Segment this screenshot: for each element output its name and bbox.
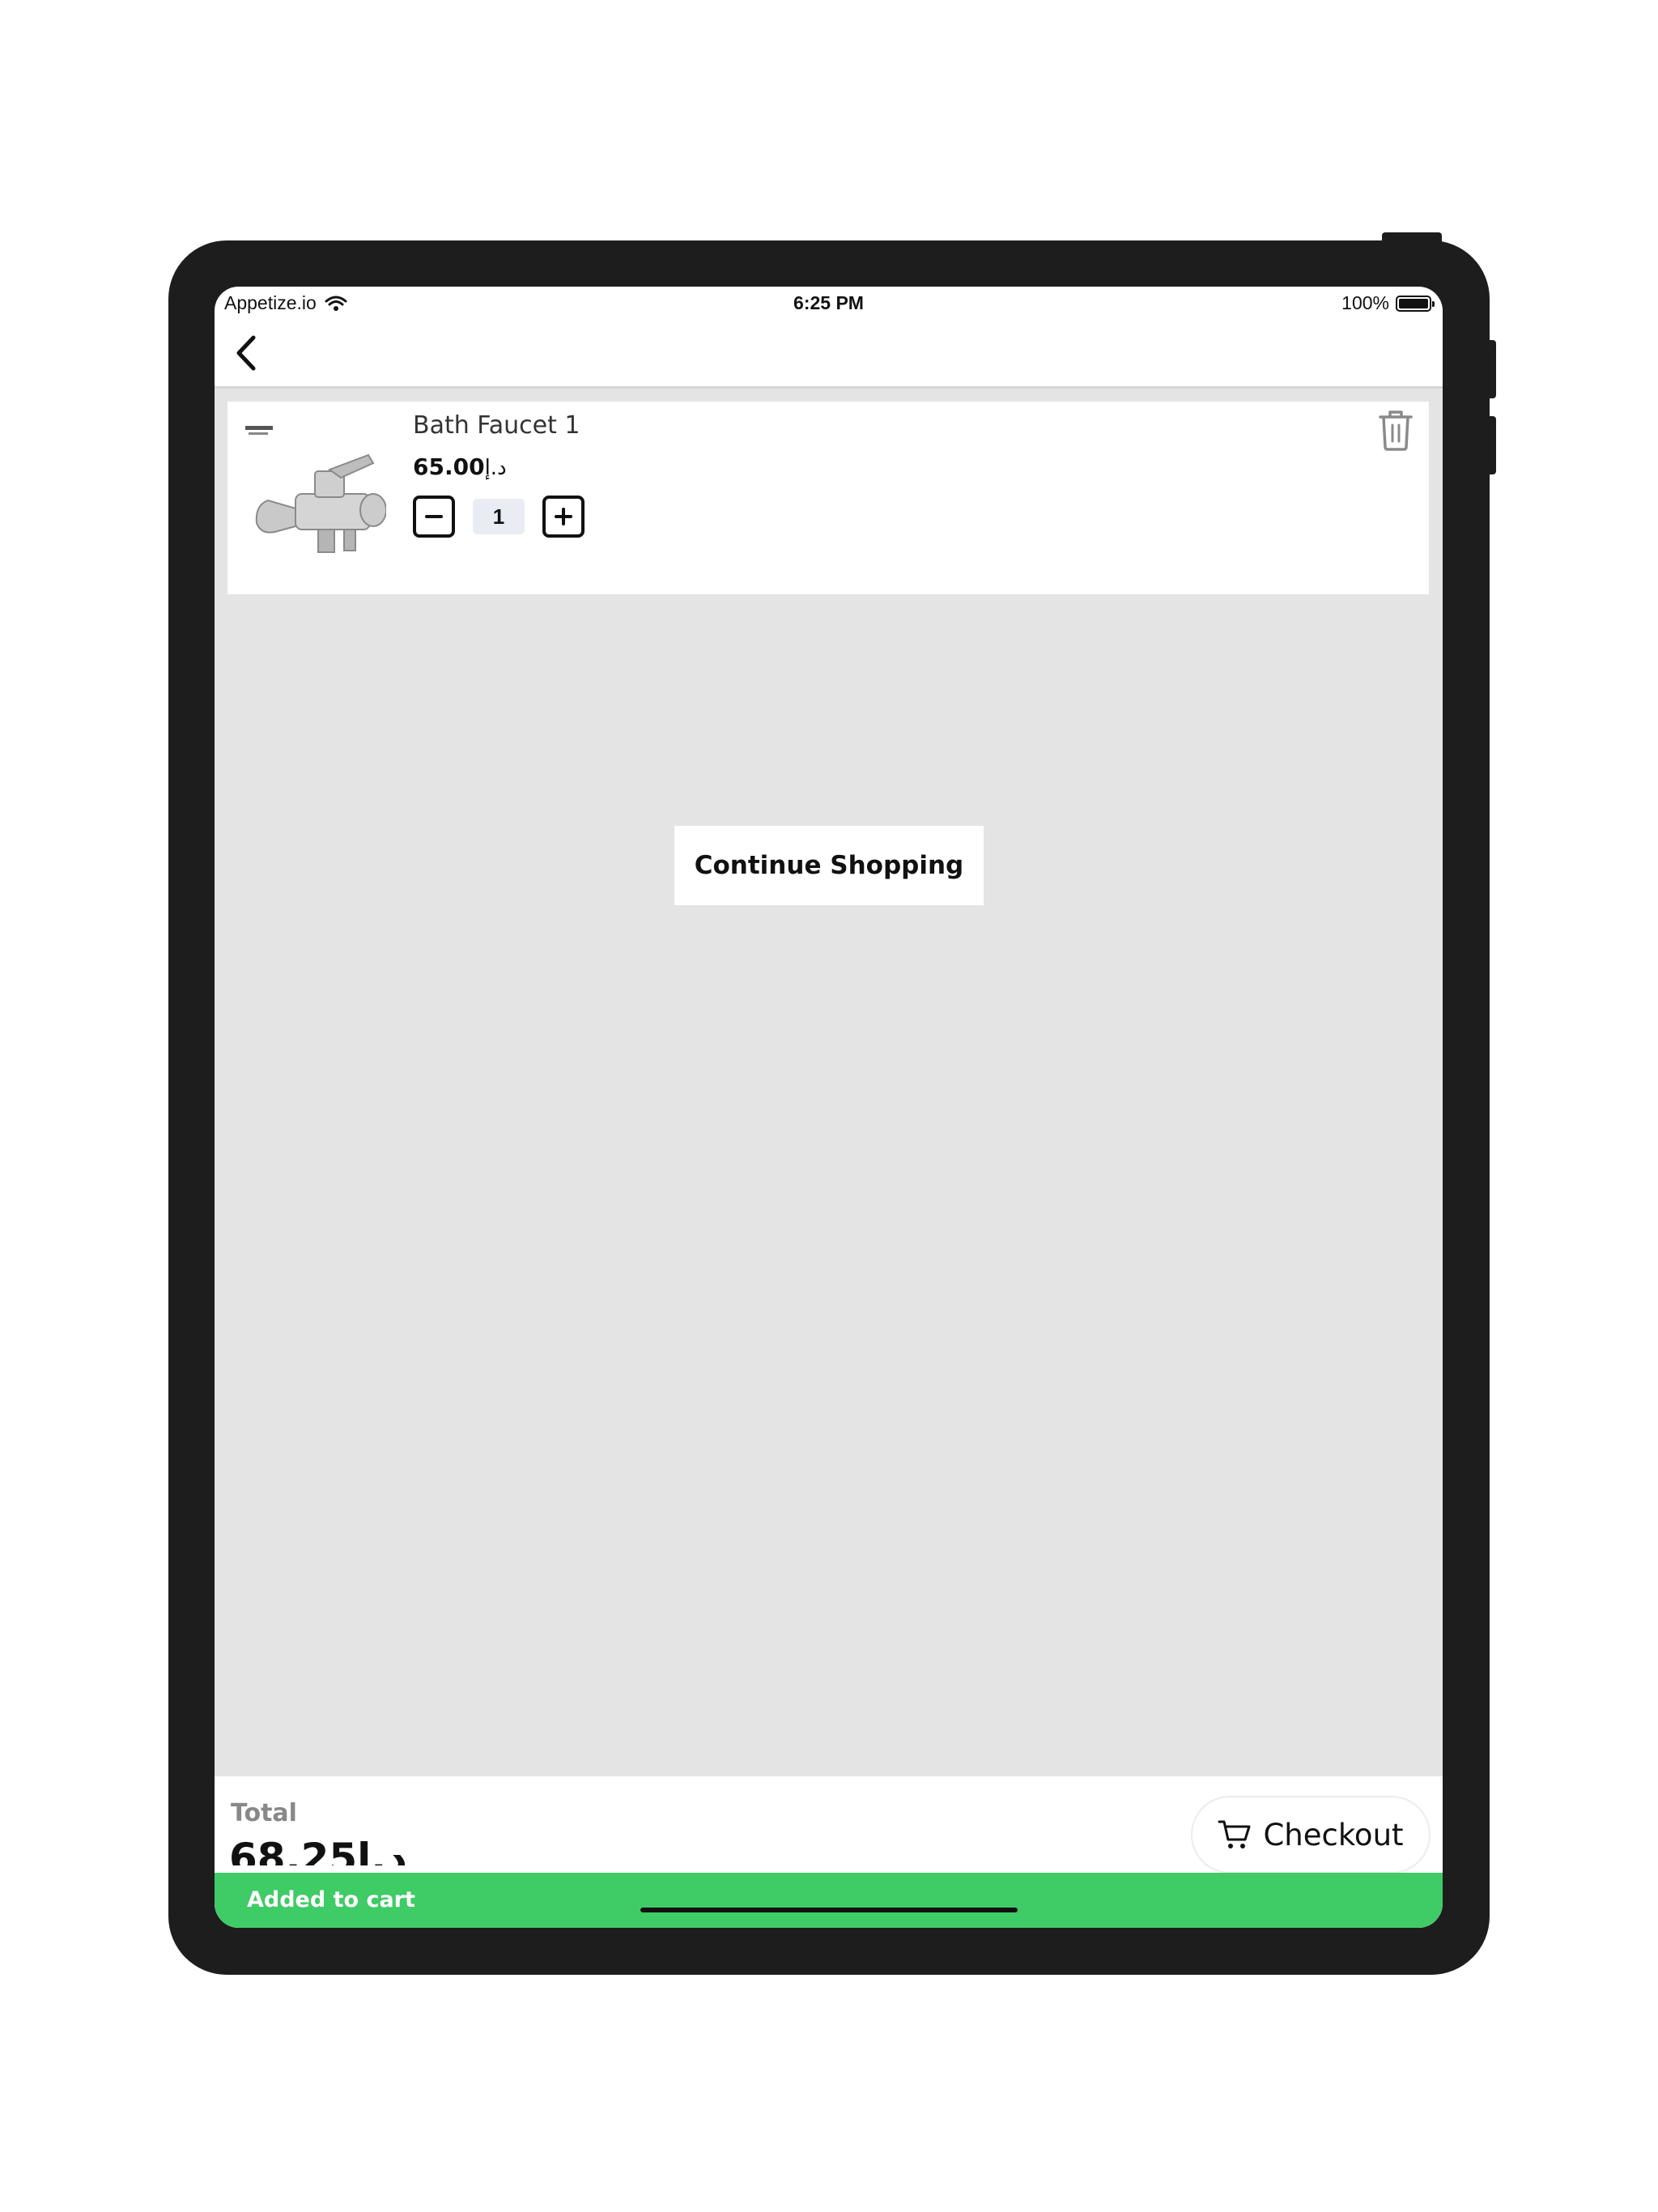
total-label: Total — [231, 1799, 297, 1827]
total-currency: د.إ — [357, 1835, 407, 1865]
quantity-stepper: 1 — [413, 496, 585, 538]
status-bar: Appetize.io 6:25 PM 100% — [215, 287, 1443, 319]
status-time: 6:25 PM — [793, 292, 864, 313]
total-value: 68.25د.إ — [229, 1830, 407, 1865]
product-price-currency: د.إ — [484, 456, 507, 480]
toast-message: Added to cart — [247, 1887, 415, 1912]
cart-item: Bath Faucet 1 65.00د.إ 1 — [227, 402, 1429, 594]
decrease-quantity-button[interactable] — [413, 496, 455, 538]
product-name: Bath Faucet 1 — [413, 411, 580, 440]
cart-icon — [1218, 1820, 1251, 1848]
product-price: 65.00د.إ — [413, 453, 507, 480]
product-image — [245, 426, 386, 553]
back-button[interactable] — [226, 329, 266, 377]
home-indicator[interactable] — [640, 1908, 1018, 1912]
increase-quantity-button[interactable] — [542, 496, 585, 538]
checkout-button[interactable]: Checkout — [1191, 1796, 1431, 1874]
checkout-label: Checkout — [1263, 1817, 1404, 1853]
plus-icon — [555, 508, 572, 525]
quantity-value: 1 — [473, 499, 525, 534]
trash-icon[interactable] — [1377, 408, 1414, 452]
continue-shopping-button[interactable]: Continue Shopping — [674, 826, 984, 905]
navigation-bar — [215, 319, 1443, 389]
battery-percent: 100% — [1341, 292, 1389, 313]
battery-icon — [1396, 295, 1435, 312]
product-price-value: 65.00 — [413, 453, 485, 480]
app-screen: Appetize.io 6:25 PM 100% Bath Faucet 1 6… — [215, 287, 1443, 1928]
chevron-left-icon — [236, 335, 256, 371]
total-amount: 68.25 — [229, 1835, 358, 1865]
added-to-cart-toast: Added to cart — [215, 1873, 1443, 1928]
status-bar-right: 100% — [1341, 292, 1435, 314]
minus-icon — [425, 515, 443, 518]
